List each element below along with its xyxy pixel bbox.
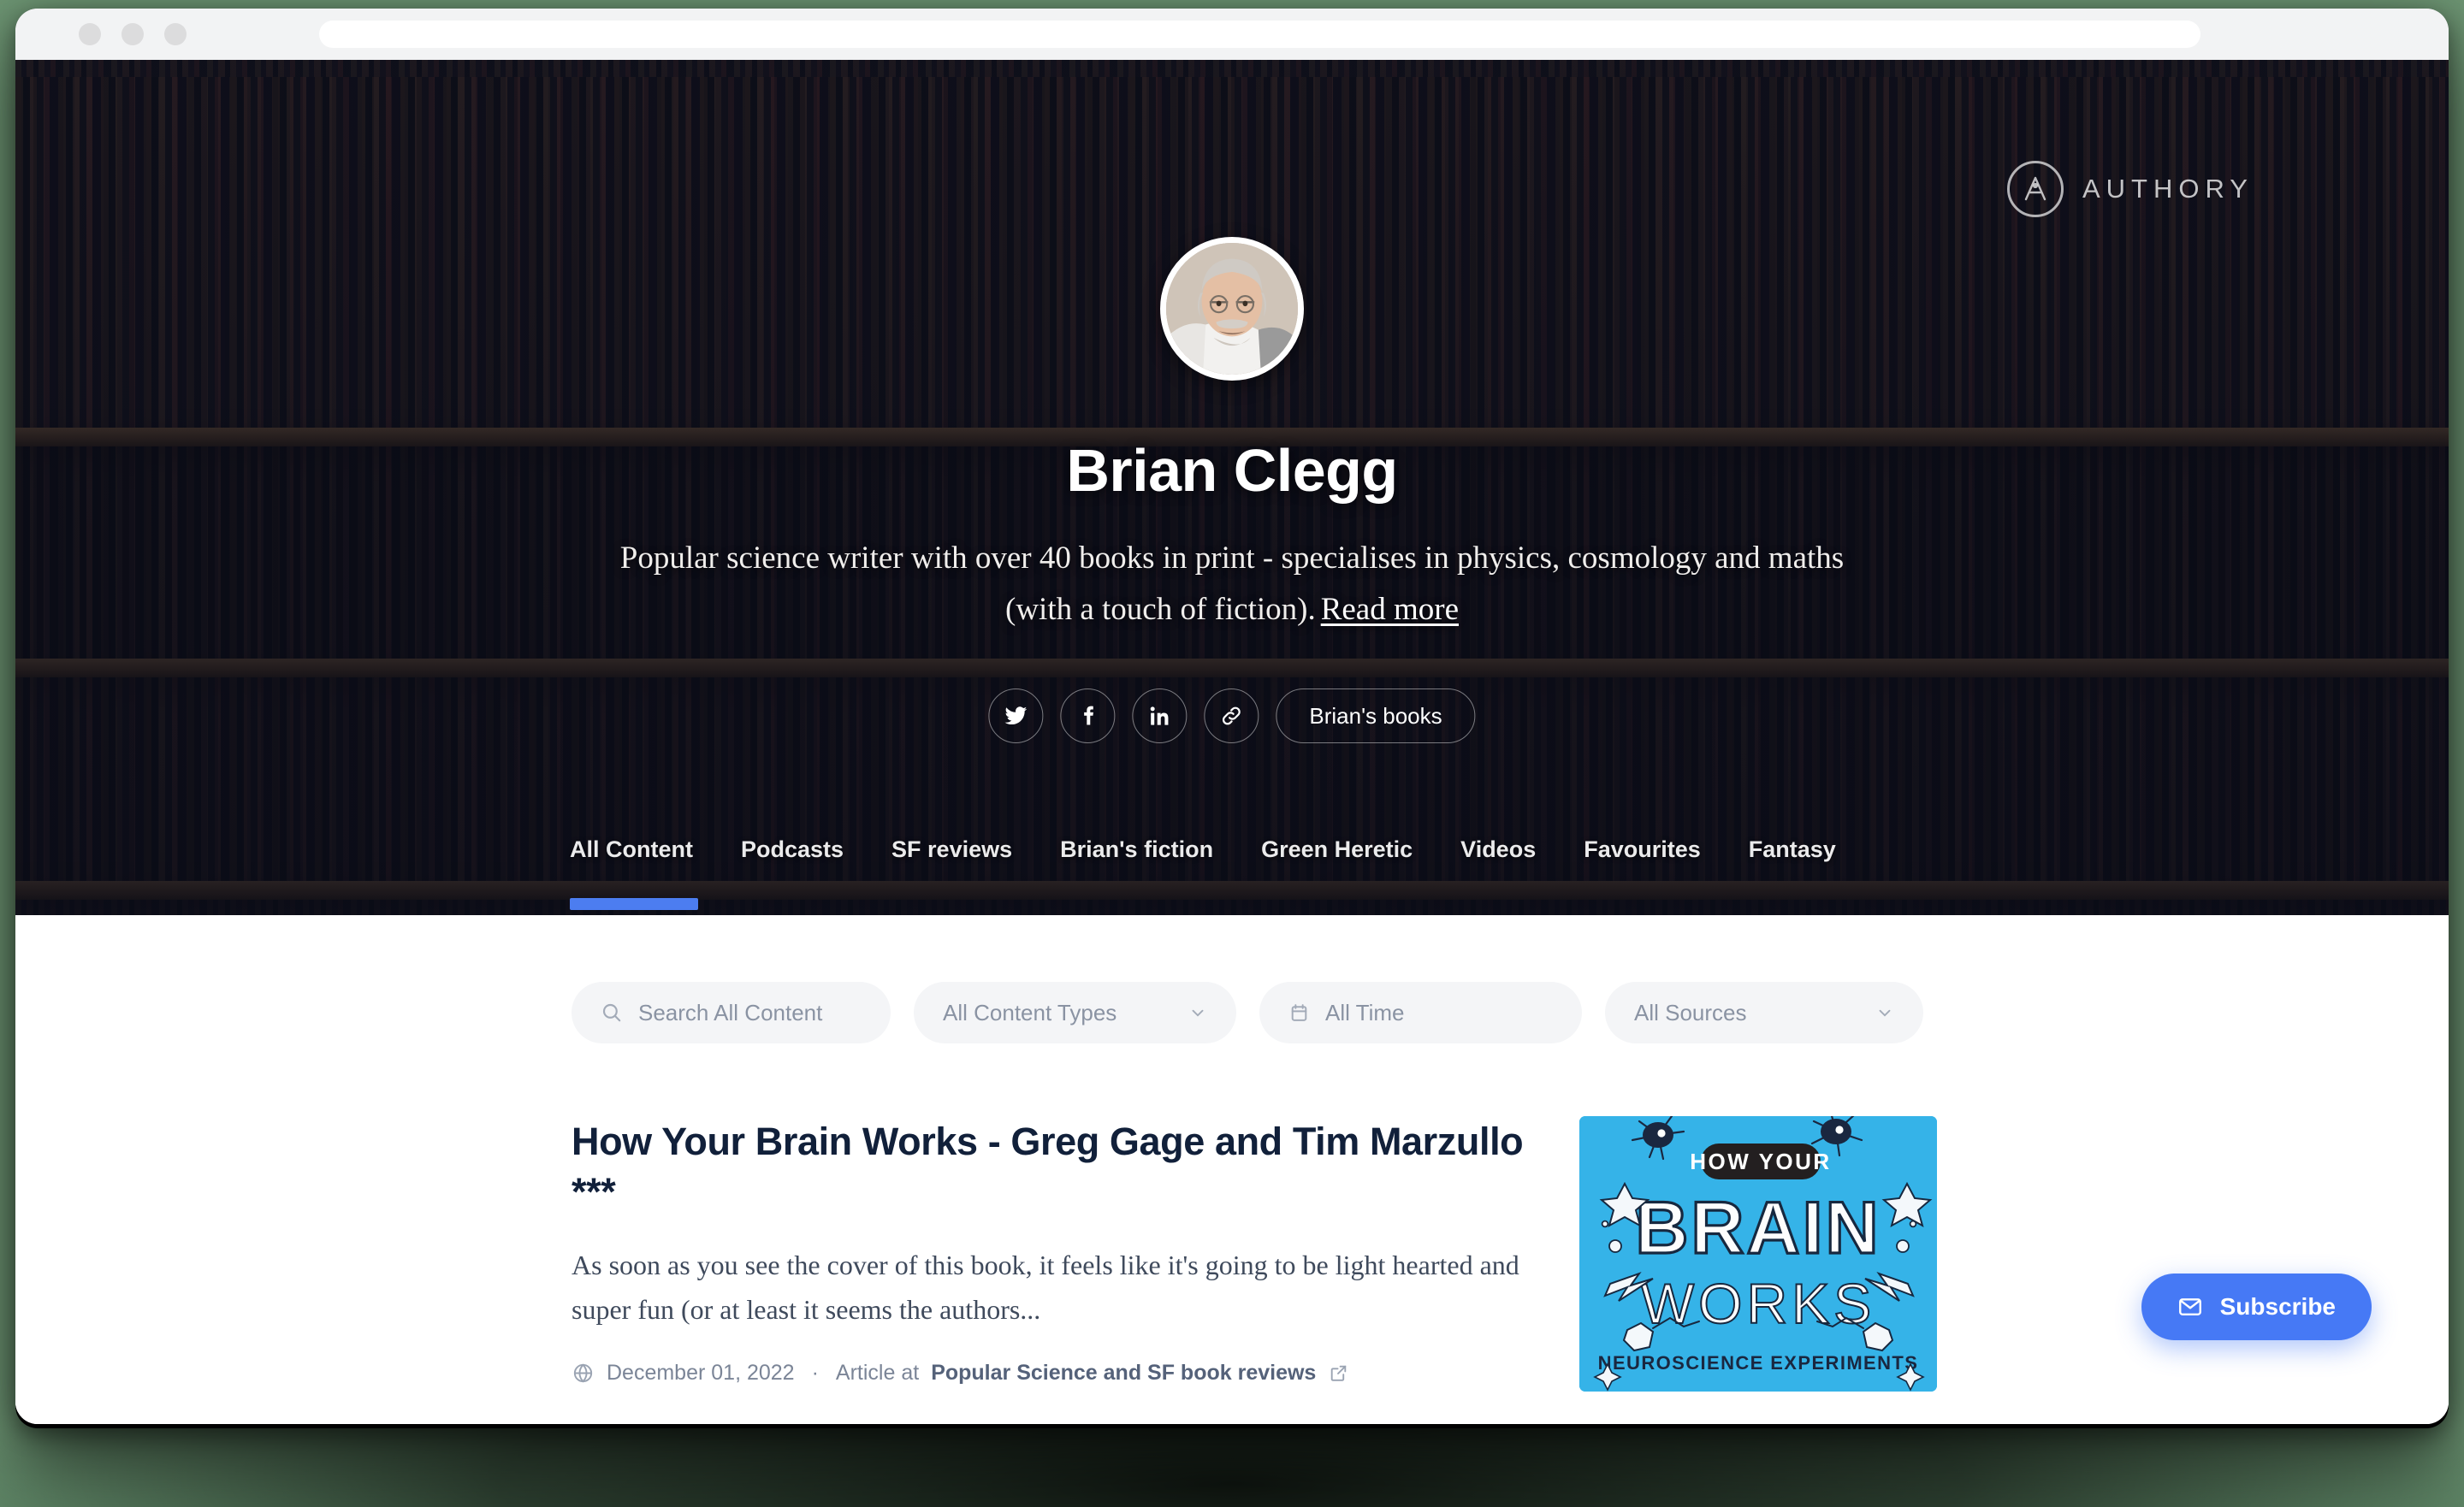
authory-logo[interactable]: AUTHORY [2006,161,2254,217]
website-link[interactable] [1204,688,1259,743]
sources-value: All Sources [1634,999,1747,1025]
facebook-icon [1084,706,1093,725]
tab-sf-reviews[interactable]: SF reviews [891,836,1036,863]
tab-podcasts[interactable]: Podcasts [741,836,868,863]
article-date: December 01, 2022 [607,1361,795,1386]
url-bar[interactable] [319,21,2200,48]
authory-mark-icon [2006,161,2064,217]
hero-banner: AUTHORY Brian Clegg Popular science writ… [15,60,2449,915]
twitter-icon [1004,706,1028,725]
search-input[interactable]: Search All Content [572,982,891,1043]
svg-text:BRAIN: BRAIN [1635,1187,1881,1269]
sources-dropdown[interactable]: All Sources [1605,982,1923,1043]
article-list-item[interactable]: How Your Brain Works - Greg Gage and Tim… [572,1116,1975,1392]
article-thumbnail[interactable]: HOW YOUR BRAIN WORKS NEUROSCIENCE EXPERI… [1579,1116,1937,1392]
calendar-icon [1291,1003,1307,1021]
link-icon [1222,706,1241,725]
tab-favourites[interactable]: Favourites [1584,836,1725,863]
maximize-button[interactable] [164,23,187,45]
avatar [1160,237,1304,381]
authory-wordmark: AUTHORY [2082,174,2254,204]
external-link-icon [1331,1366,1347,1382]
article-type-prefix: Article at [835,1361,920,1386]
content-type-value: All Content Types [943,999,1117,1025]
chevron-down-icon [1879,1009,1891,1017]
svg-text:NEUROSCIENCE EXPERIMENTS: NEUROSCIENCE EXPERIMENTS [1598,1352,1919,1374]
tab-videos[interactable]: Videos [1460,836,1560,863]
chevron-down-icon [1192,1009,1204,1017]
read-more-link[interactable]: Read more [1321,592,1459,627]
minimize-button[interactable] [121,23,144,45]
article-meta: December 01, 2022 · Article at Popular S… [572,1361,1530,1386]
close-button[interactable] [79,23,101,45]
article-main: How Your Brain Works - Greg Gage and Tim… [572,1116,1530,1392]
tab-brians-fiction[interactable]: Brian's fiction [1060,836,1237,863]
content-tabs: All Content Podcasts SF reviews Brian's … [570,836,1884,910]
meta-separator: · [811,1361,819,1386]
window-traffic-lights [79,23,187,45]
subscribe-label: Subscribe [2219,1293,2336,1320]
tab-green-heretic[interactable]: Green Heretic [1261,836,1436,863]
search-icon [602,1003,621,1022]
globe-icon [573,1363,593,1383]
time-filter-value: All Time [1325,999,1405,1025]
svg-text:WORKS: WORKS [1641,1272,1875,1335]
subscribe-button[interactable]: Subscribe [2141,1274,2372,1340]
tab-all-content[interactable]: All Content [570,836,717,910]
page-title: Brian Clegg [1066,437,1398,504]
article-excerpt: As soon as you see the cover of this boo… [572,1249,1519,1325]
svg-text:HOW YOUR: HOW YOUR [1690,1149,1831,1174]
article-title[interactable]: How Your Brain Works - Greg Gage and Tim… [572,1116,1530,1218]
facebook-link[interactable] [1060,688,1116,743]
linkedin-link[interactable] [1132,688,1188,743]
page-viewport: AUTHORY Brian Clegg Popular science writ… [15,60,2449,1424]
search-placeholder: Search All Content [638,999,823,1025]
twitter-link[interactable] [988,688,1044,743]
social-links: Brian's books [988,688,1476,743]
browser-window: AUTHORY Brian Clegg Popular science writ… [15,9,2449,1424]
profile-bio: Popular science writer with over 40 book… [595,533,1869,635]
time-filter-dropdown[interactable]: All Time [1259,982,1582,1043]
profile-bio-text: Popular science writer with over 40 book… [619,541,1845,627]
filter-bar: Search All Content All Content Types All… [572,982,1923,1043]
brians-books-link[interactable]: Brian's books [1276,688,1476,743]
envelope-icon [2178,1298,2201,1315]
article-source[interactable]: Popular Science and SF book reviews [931,1361,1316,1386]
tab-fantasy[interactable]: Fantasy [1749,836,1860,863]
content-type-dropdown[interactable]: All Content Types [914,982,1236,1043]
linkedin-icon [1150,706,1168,725]
browser-titlebar [15,9,2449,60]
